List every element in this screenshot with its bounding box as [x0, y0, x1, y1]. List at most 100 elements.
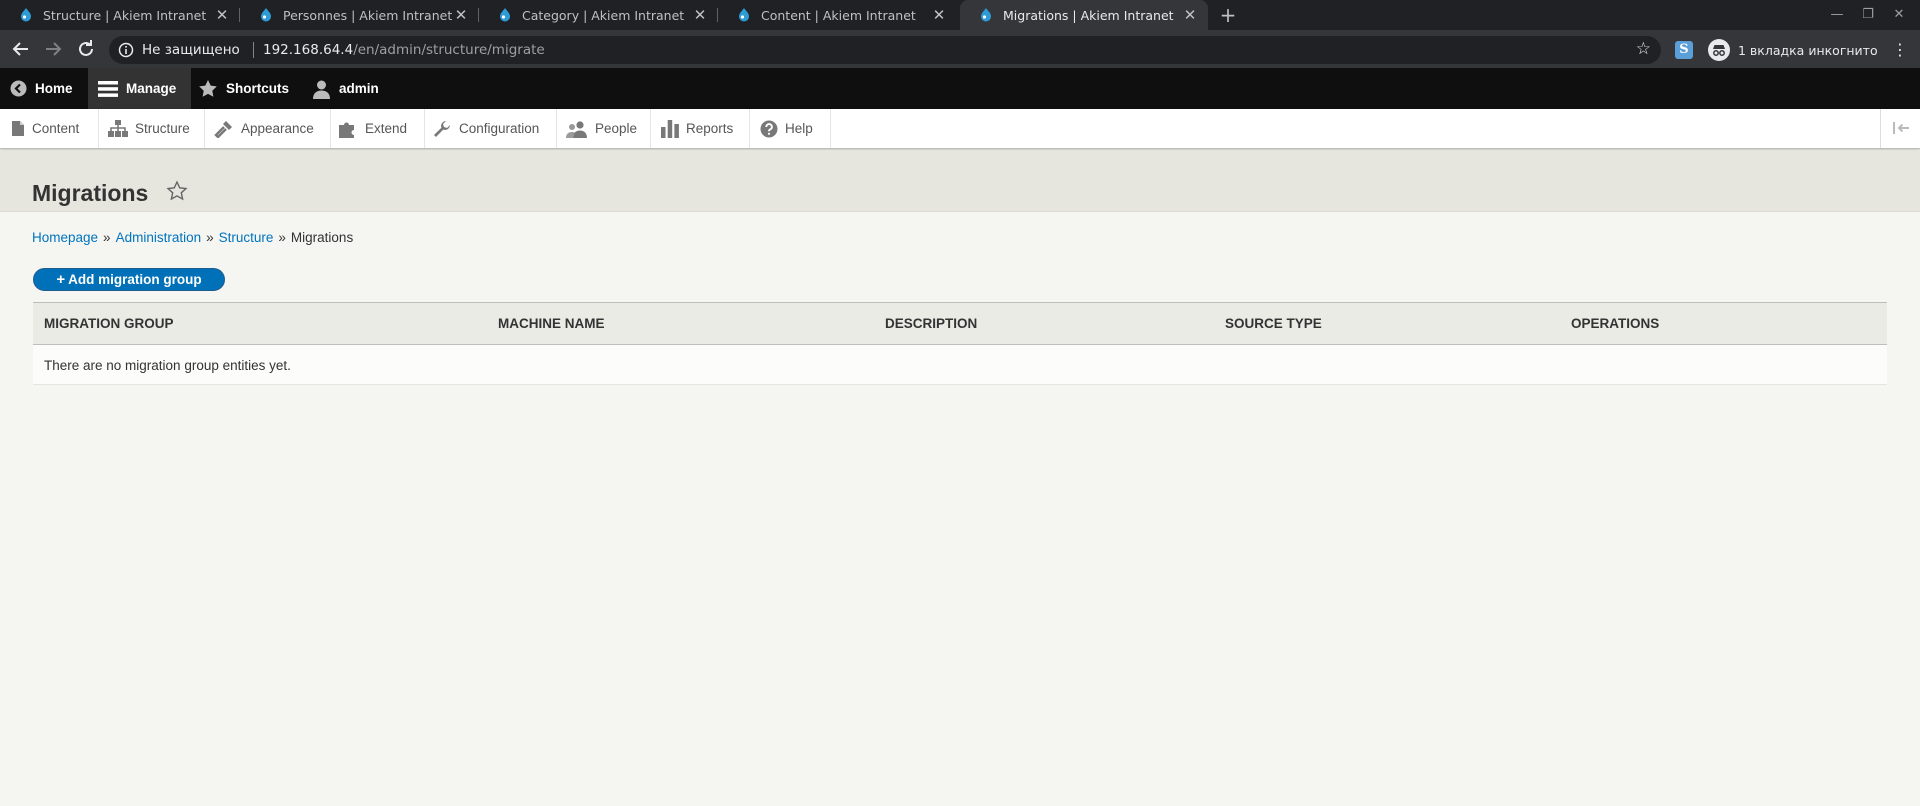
- add-migration-group-label: Add migration group: [68, 272, 202, 287]
- incognito-indicator[interactable]: 1 вкладка инкогнито: [1708, 36, 1878, 64]
- toolbar-shortcuts-label: Shortcuts: [226, 81, 290, 96]
- empty-table-message: There are no migration group entities ye…: [44, 358, 291, 373]
- reload-icon[interactable]: [74, 37, 98, 61]
- browser-menu-icon[interactable]: ⋮: [1892, 40, 1908, 60]
- tab-title: Personnes | Akiem Intranet: [283, 7, 453, 23]
- file-icon: [12, 121, 24, 136]
- breadcrumb-current: Migrations: [290, 230, 354, 245]
- column-header-description: Description: [885, 316, 978, 331]
- column-header-machine-name: Machine name: [498, 316, 605, 331]
- tray-item-configuration[interactable]: Configuration: [425, 109, 557, 148]
- table-row-empty: There are no migration group entities ye…: [33, 345, 1887, 385]
- admin-toolbar: Home Manage Shortcuts admin: [0, 68, 1920, 109]
- column-header-source-type: Source type: [1225, 316, 1322, 331]
- toolbar-home-label: Home: [35, 81, 73, 96]
- star-icon: [199, 80, 217, 97]
- browser-tab[interactable]: Content | Akiem Intranet ✕: [718, 0, 957, 30]
- tray-item-label: Reports: [686, 121, 734, 136]
- admin-tray: Content Structure Appearance Extend Conf…: [0, 109, 1920, 149]
- drupal-favicon-icon: [739, 8, 749, 22]
- browser-tab[interactable]: Personnes | Akiem Intranet ✕: [240, 0, 479, 30]
- toolbar-user-label: admin: [339, 81, 379, 96]
- url-text[interactable]: 192.168.64.4/en/admin/structure/migrate: [263, 42, 545, 58]
- browser-tab-active[interactable]: Migrations | Akiem Intranet ✕: [960, 0, 1208, 30]
- tray-item-structure[interactable]: Structure: [99, 109, 205, 148]
- tab-close-icon[interactable]: ✕: [214, 6, 230, 24]
- drupal-favicon-icon: [981, 8, 991, 22]
- address-bar[interactable]: Не защищено 192.168.64.4/en/admin/struct…: [109, 36, 1661, 64]
- breadcrumb-separator: »: [278, 230, 286, 245]
- plus-icon: +: [56, 271, 66, 288]
- tab-close-icon[interactable]: ✕: [692, 6, 708, 24]
- breadcrumb: Homepage » Administration » Structure » Migrat…: [32, 230, 353, 245]
- url-path: /en/admin/structure/migrate: [353, 42, 545, 58]
- page-title: Migrations: [32, 180, 149, 206]
- toolbar-home[interactable]: Home: [0, 68, 88, 109]
- browser-tab[interactable]: Category | Akiem Intranet ✕: [479, 0, 718, 30]
- minimize-icon[interactable]: —: [1826, 4, 1848, 26]
- url-host: 192.168.64.4: [263, 42, 354, 58]
- table-header: Migration group Machine name Description…: [33, 302, 1887, 345]
- drupal-favicon-icon: [500, 8, 510, 22]
- info-icon[interactable]: [118, 42, 134, 58]
- forward-arrow-icon[interactable]: [41, 37, 65, 61]
- browser-tab[interactable]: Structure | Akiem Intranet ✕: [0, 0, 240, 30]
- tray-item-appearance[interactable]: Appearance: [205, 109, 331, 148]
- bar-chart-icon: [661, 119, 679, 138]
- tray-item-content[interactable]: Content: [0, 109, 99, 148]
- back-arrow-icon[interactable]: [9, 37, 33, 61]
- tab-close-icon[interactable]: ✕: [453, 6, 469, 24]
- toolbar-user[interactable]: admin: [312, 68, 382, 109]
- breadcrumb-link-administration[interactable]: Administration: [116, 230, 202, 245]
- security-status: Не защищено: [142, 42, 240, 58]
- new-tab-button[interactable]: +: [1216, 3, 1240, 27]
- drupal-back-icon: [10, 80, 27, 97]
- tray-item-label: Structure: [135, 121, 190, 136]
- tray-item-label: Content: [32, 121, 80, 136]
- extension-icon[interactable]: S: [1675, 41, 1693, 59]
- toolbar-manage[interactable]: Manage: [88, 68, 191, 109]
- paint-icon: [214, 120, 232, 138]
- restore-icon[interactable]: ❐: [1857, 4, 1879, 26]
- tray-item-label: Extend: [365, 121, 408, 136]
- people-icon: [566, 120, 587, 138]
- user-icon: [313, 80, 330, 99]
- drupal-favicon-icon: [21, 8, 31, 22]
- bookmark-star-icon[interactable]: ☆: [1636, 39, 1651, 59]
- toolbar-shortcuts[interactable]: Shortcuts: [198, 68, 298, 109]
- tray-orientation-toggle[interactable]: [1880, 109, 1920, 148]
- help-icon: [760, 120, 778, 137]
- incognito-icon: [1708, 39, 1730, 61]
- tray-item-extend[interactable]: Extend: [331, 109, 425, 148]
- sitemap-icon: [108, 120, 128, 137]
- tab-close-icon[interactable]: ✕: [1182, 6, 1198, 24]
- address-divider: [253, 42, 254, 58]
- breadcrumb-link-structure[interactable]: Structure: [219, 230, 274, 245]
- tray-item-label: Configuration: [459, 121, 540, 136]
- page-header-band: [0, 150, 1920, 212]
- add-migration-group-button[interactable]: + Add migration group: [33, 268, 225, 291]
- tray-item-reports[interactable]: Reports: [651, 109, 750, 148]
- shortcut-star-icon[interactable]: [166, 180, 188, 202]
- column-header-operations: Operations: [1571, 316, 1660, 331]
- collapse-arrow-icon: [1893, 122, 1909, 134]
- migration-groups-table: Migration group Machine name Description…: [33, 302, 1887, 385]
- tab-title: Category | Akiem Intranet: [522, 7, 685, 23]
- breadcrumb-separator: »: [206, 230, 214, 245]
- browser-toolbar: Не защищено 192.168.64.4/en/admin/struct…: [0, 30, 1920, 68]
- puzzle-icon: [339, 122, 354, 138]
- tray-item-people[interactable]: People: [557, 109, 651, 148]
- breadcrumb-separator: »: [103, 230, 111, 245]
- close-window-icon[interactable]: ✕: [1888, 4, 1910, 26]
- tray-item-help[interactable]: Help: [750, 109, 831, 148]
- wrench-icon: [434, 120, 450, 137]
- breadcrumb-link-homepage[interactable]: Homepage: [32, 230, 98, 245]
- column-header-migration-group: Migration group: [44, 316, 174, 331]
- tab-title: Structure | Akiem Intranet: [43, 7, 207, 23]
- tray-item-label: Help: [785, 121, 813, 136]
- tab-close-icon[interactable]: ✕: [931, 6, 947, 24]
- incognito-label: 1 вкладка инкогнито: [1738, 42, 1878, 58]
- hamburger-icon: [98, 80, 118, 97]
- tab-title: Migrations | Akiem Intranet: [1003, 7, 1174, 23]
- toolbar-manage-label: Manage: [126, 81, 177, 96]
